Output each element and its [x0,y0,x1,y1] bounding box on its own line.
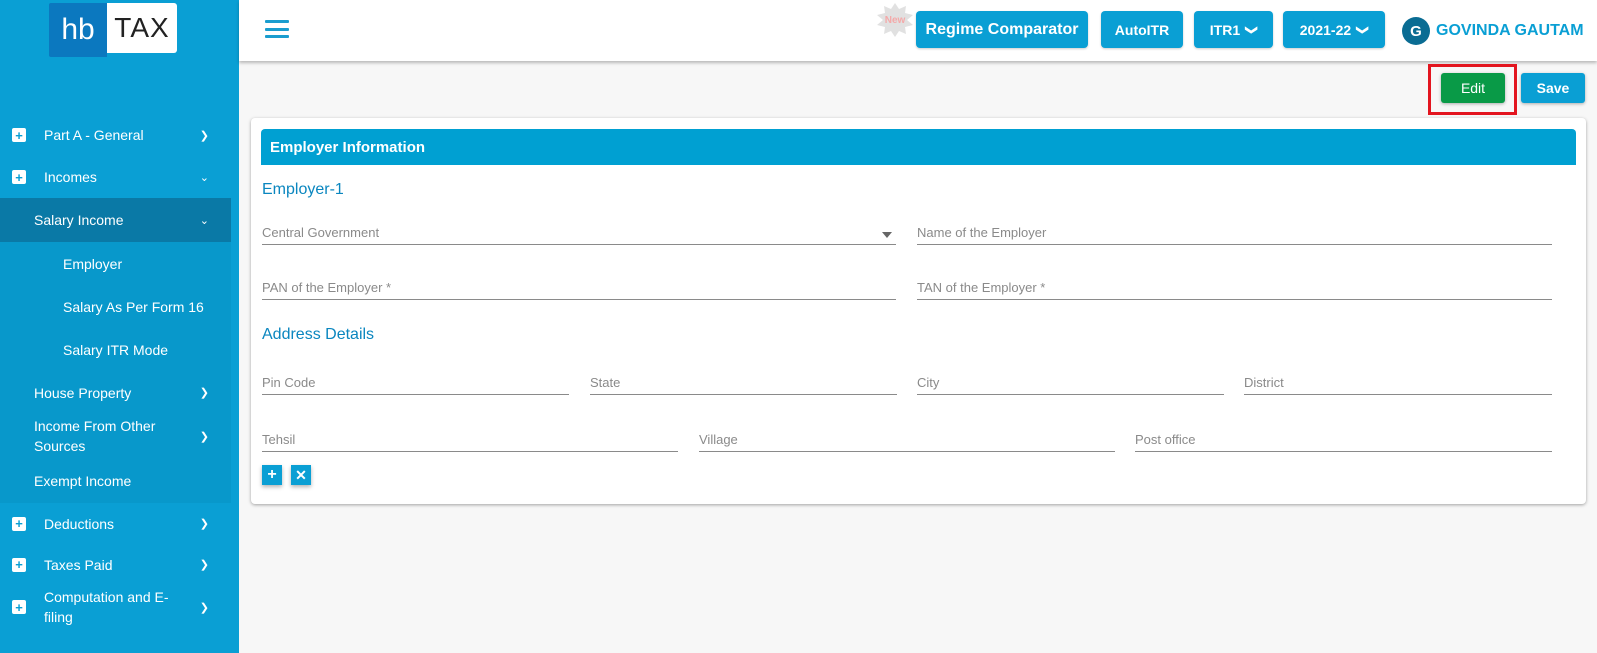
chevron-right-icon: ❯ [199,601,209,614]
employer-information-card: Employer Information Employer-1 Central … [251,118,1586,504]
hamburger-menu-icon[interactable] [265,20,289,38]
plus-square-icon: + [12,128,26,142]
sidebar: hb TAX + Part A - General ❯ + Incomes ⌄ … [0,0,239,653]
assessment-year-value: 2021-22 [1299,21,1352,38]
chevron-down-icon: ⌄ [199,214,209,227]
logo-tax: TAX [107,3,177,53]
sidebar-nav: + Part A - General ❯ + Incomes ⌄ Salary … [0,114,231,629]
village-input[interactable]: Village [699,426,1115,452]
employer-name-input[interactable]: Name of the Employer [917,219,1552,245]
caret-down-icon [882,232,892,238]
close-icon: ✕ [295,466,307,483]
sidebar-item-label: Salary As Per Form 16 [63,298,204,315]
plus-square-icon: + [12,600,26,614]
sidebar-item-label: Salary ITR Mode [63,341,169,358]
chevron-right-icon: ❯ [199,387,209,399]
district-input[interactable]: District [1244,369,1552,395]
post-office-placeholder: Post office [1135,432,1196,447]
employer-type-value: Central Government [262,225,380,240]
pan-input[interactable]: PAN of the Employer * [262,274,896,300]
assessment-year-dropdown[interactable]: 2021-22 ❯ [1283,11,1385,48]
sidebar-item-incomes[interactable]: + Incomes ⌄ [0,156,231,198]
edit-button[interactable]: Edit [1441,73,1505,103]
employer-section-title: Employer-1 [262,181,344,198]
plus-square-icon: + [12,557,26,572]
sidebar-item-part-a-general[interactable]: + Part A - General ❯ [0,114,231,156]
pin-code-placeholder: Pin Code [262,375,316,390]
sidebar-item-other-sources[interactable]: Income From Other Sources ❯ [0,414,231,458]
avatar: G [1402,17,1430,45]
plus-icon: + [267,466,277,483]
plus-square-icon: + [12,170,26,184]
address-section-title: Address Details [262,326,375,343]
chevron-down-icon: ⌄ [199,171,209,184]
sidebar-item-salary-form-16[interactable]: Salary As Per Form 16 [0,285,231,328]
sidebar-item-deductions[interactable]: + Deductions ❯ [0,503,231,544]
post-office-input[interactable]: Post office [1135,426,1552,452]
employer-name-placeholder: Name of the Employer [917,225,1047,240]
district-placeholder: District [1244,375,1284,390]
pin-code-input[interactable]: Pin Code [262,369,569,395]
chevron-down-icon: ❯ [1356,24,1371,35]
sidebar-item-taxes-paid[interactable]: + Taxes Paid ❯ [0,544,231,585]
sidebar-item-label: Salary Income [34,212,124,228]
chevron-right-icon: ❯ [199,559,209,571]
state-input[interactable]: State [590,369,897,395]
chevron-right-icon: ❯ [199,518,209,530]
sidebar-item-computation-efiling[interactable]: + Computation and E-filing ❯ [0,585,231,629]
sidebar-item-label: Incomes [44,169,97,185]
village-placeholder: Village [699,432,738,447]
sidebar-item-label: House Property [34,384,132,401]
chevron-right-icon: ❯ [199,129,209,142]
save-button[interactable]: Save [1521,73,1585,103]
chevron-right-icon: ❯ [199,430,209,443]
sidebar-item-label: Part A - General [44,127,144,143]
tehsil-input[interactable]: Tehsil [262,426,678,452]
user-menu[interactable]: G GOVINDA GAUTAM [1402,17,1584,45]
sidebar-item-employer[interactable]: Employer [0,242,231,285]
tehsil-placeholder: Tehsil [262,432,296,447]
plus-square-icon: + [12,516,26,531]
new-badge: New [876,3,914,37]
sidebar-item-label: Taxes Paid [44,556,113,573]
incomes-submenu: Salary Income ⌄ Employer Salary As Per F… [0,198,231,503]
chevron-down-icon: ❯ [1245,24,1260,35]
add-employer-button[interactable]: + [262,465,282,485]
sidebar-item-salary-itr-mode[interactable]: Salary ITR Mode [0,328,231,371]
new-badge-label: New [884,14,906,26]
employer-type-select[interactable]: Central Government [262,219,896,245]
logo-hb: hb [49,3,107,57]
salary-submenu: Employer Salary As Per Form 16 Salary IT… [0,242,231,371]
city-input[interactable]: City [917,369,1224,395]
card-title: Employer Information [261,129,1576,165]
itr-form-dropdown[interactable]: ITR1 ❯ [1194,11,1273,48]
sidebar-item-house-property[interactable]: House Property ❯ [0,371,231,414]
top-header: New Regime Comparator AutoITR ITR1 ❯ 202… [239,0,1597,61]
state-placeholder: State [590,375,621,390]
regime-comparator-button[interactable]: Regime Comparator [916,11,1088,48]
hbtax-logo[interactable]: hb TAX [49,3,177,57]
sidebar-item-salary-income[interactable]: Salary Income ⌄ [0,198,231,242]
remove-employer-button[interactable]: ✕ [291,465,311,485]
sidebar-item-label: Computation and E-filing [44,589,169,625]
auto-itr-button[interactable]: AutoITR [1101,11,1183,48]
tan-input[interactable]: TAN of the Employer * [917,274,1552,300]
pan-placeholder: PAN of the Employer * [262,280,392,295]
user-name: GOVINDA GAUTAM [1436,22,1584,39]
tan-placeholder: TAN of the Employer * [917,280,1046,295]
sidebar-item-label: Exempt Income [34,472,132,489]
sidebar-item-label: Income From Other Sources [34,418,156,454]
city-placeholder: City [917,375,940,390]
itr-form-value: ITR1 [1209,21,1241,38]
sidebar-item-label: Deductions [44,515,115,532]
sidebar-item-label: Employer [63,255,123,272]
sidebar-item-exempt-income[interactable]: Exempt Income [0,458,231,503]
